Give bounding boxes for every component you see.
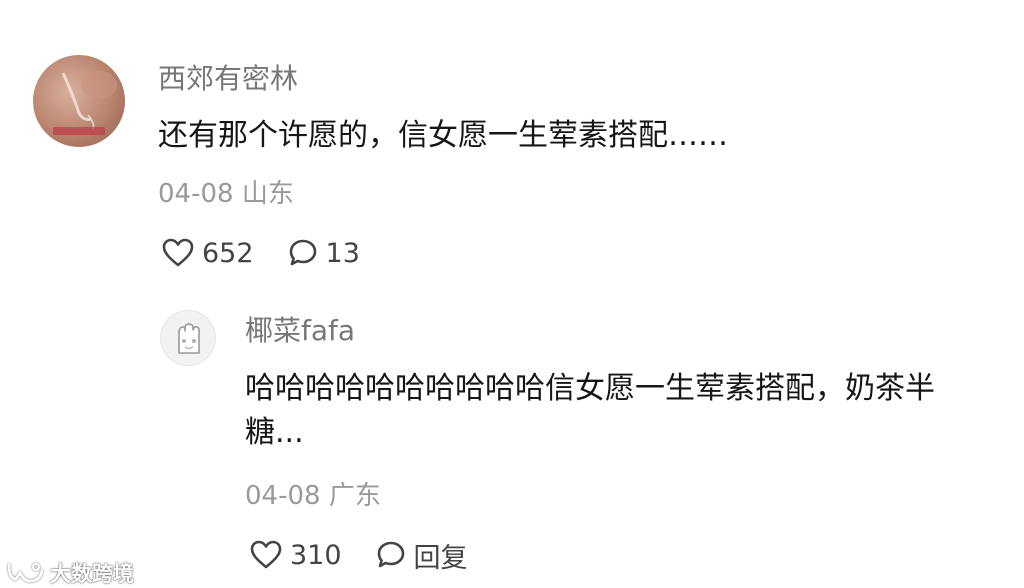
watermark-text: 大数跨境 <box>50 562 134 586</box>
watermark-logo-icon <box>7 563 44 583</box>
cat-paw-avatar-icon <box>178 323 201 354</box>
reply-text: 哈哈哈哈哈哈哈哈哈哈信女愿一生荤素搭配，奶茶半糖... <box>245 371 935 450</box>
reply-actions: 310 回复 <box>250 536 468 575</box>
like-count: 652 <box>202 237 254 269</box>
heart-icon <box>250 540 282 569</box>
comment-username[interactable]: 西郊有密林 <box>158 62 298 96</box>
comment-date: 04-08 <box>158 179 234 209</box>
reply-like-count: 310 <box>290 539 342 571</box>
comment-meta: 04-08 山东 <box>158 178 294 210</box>
reply-meta: 04-08 广东 <box>245 480 381 512</box>
reply-date: 04-08 <box>245 481 321 511</box>
reply-like-button[interactable]: 310 <box>250 540 342 571</box>
reply-user-avatar[interactable] <box>160 310 216 366</box>
comment-thread: 西郊有密林 还有那个许愿的，信女愿一生荤素搭配…… 04-08 山东 652 1… <box>0 0 1024 588</box>
reply-count: 13 <box>325 237 360 269</box>
reply-button[interactable]: 回复 <box>376 536 468 575</box>
reply-location: 广东 <box>328 481 381 511</box>
heart-icon <box>162 238 194 267</box>
reply-username[interactable]: 椰菜fafa <box>245 314 355 348</box>
like-button[interactable]: 652 <box>162 238 254 269</box>
comment-actions: 652 13 <box>162 235 360 271</box>
comment-text: 还有那个许愿的，信女愿一生荤素搭配…… <box>158 118 728 153</box>
reply-count-button[interactable]: 13 <box>288 238 360 269</box>
user-avatar[interactable] <box>33 55 125 147</box>
speech-bubble-icon <box>377 541 404 568</box>
speech-bubble-icon <box>289 239 316 266</box>
reply-label: 回复 <box>413 542 468 574</box>
comment-location: 山东 <box>241 179 294 209</box>
watermark: 大数跨境 <box>6 558 134 588</box>
photo-avatar-icon <box>53 71 117 135</box>
